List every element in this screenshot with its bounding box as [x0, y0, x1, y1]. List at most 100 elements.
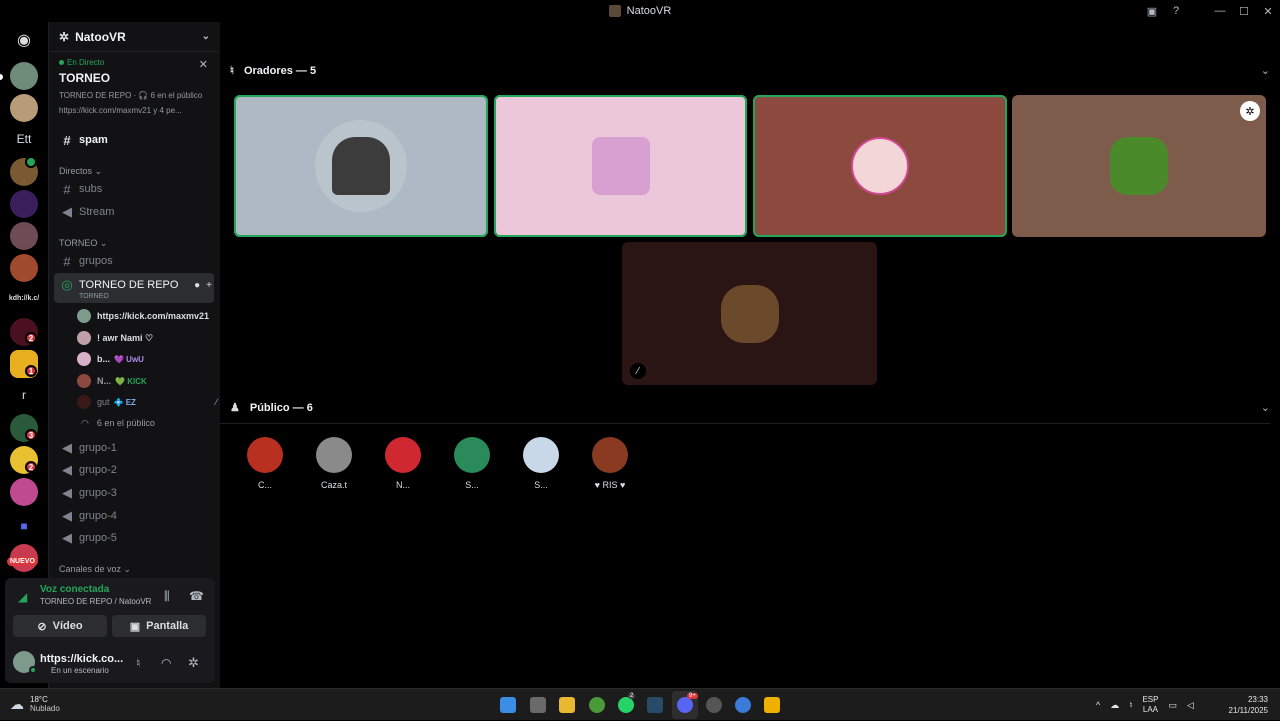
voice-location[interactable]: TORNEO DE REPO / NatooVR [40, 597, 151, 606]
close-icon[interactable]: ✕ [199, 58, 208, 71]
channel-grupo-3[interactable]: ◀ grupo-3 [54, 482, 214, 504]
speakers-header[interactable]: ♮ Oradores — 5 [230, 64, 316, 78]
server-icon[interactable] [10, 190, 38, 218]
channel-grupos[interactable]: # grupos [54, 250, 214, 272]
server-label[interactable]: kdh://k.c/ [0, 295, 48, 302]
audience-member[interactable]: C... [240, 437, 290, 490]
steam-icon[interactable] [647, 697, 663, 713]
help-icon[interactable]: ? [1164, 0, 1188, 22]
stage-user[interactable]: https://kick.com/maxmv21 [77, 306, 217, 326]
chevron-down-icon[interactable]: ⌄ [1261, 64, 1270, 77]
weather-widget[interactable]: ☁ 18°C Nublado [10, 695, 60, 713]
category-torneo[interactable]: TORNEO ⌄ [59, 238, 107, 249]
chevron-down-icon[interactable]: ⌄ [1261, 401, 1270, 414]
chat-icon[interactable]: ● [194, 280, 200, 291]
settings-gear-icon[interactable]: ✲ [188, 655, 199, 671]
signal-icon[interactable]: ◢ [18, 590, 27, 604]
start-icon[interactable] [500, 697, 516, 713]
category-directos[interactable]: Directos ⌄ [59, 166, 102, 177]
server-header[interactable]: ✲ NatooVR ⌄ [49, 22, 220, 52]
server-folder-label[interactable]: Ett [0, 132, 48, 146]
speaker-tile[interactable] [494, 95, 747, 237]
live-title: TORNEO [59, 71, 111, 85]
task-view-icon[interactable] [530, 697, 546, 713]
stage-audience-count[interactable]: ◠ 6 en el público [77, 413, 217, 433]
divider [220, 423, 1270, 424]
invite-icon[interactable]: + [206, 280, 212, 291]
channel-grupo-4[interactable]: ◀ grupo-4 [54, 505, 214, 527]
speaker-tile[interactable] [234, 95, 488, 237]
speaker-icon: ◀ [62, 462, 72, 477]
microphone-icon[interactable]: ♮ [136, 656, 140, 670]
channel-grupo-2[interactable]: ◀ grupo-2 [54, 459, 214, 481]
speaker-tile[interactable]: ✲ [1012, 95, 1266, 237]
whatsapp-icon[interactable] [618, 697, 634, 713]
server-icon[interactable] [10, 254, 38, 282]
audience-member[interactable]: Caza.t [309, 437, 359, 490]
channel-stream[interactable]: ◀ Stream [54, 201, 214, 223]
soundboard-icon[interactable]: ⫼ [164, 589, 170, 604]
server-icon[interactable] [10, 62, 38, 90]
stage-user[interactable]: ! awr Nami ♡ [77, 328, 217, 348]
channel-label: subs [79, 183, 103, 195]
live-event-card[interactable]: En Directo TORNEO TORNEO DE REPO · 🎧 6 e… [49, 52, 220, 119]
discord-home-icon[interactable]: ◉ [10, 26, 38, 54]
mic-muted-icon: ⁄ [215, 397, 217, 407]
avatar [454, 437, 490, 473]
audience-member[interactable]: ♥ RIS ♥ [585, 437, 635, 490]
server-icon[interactable] [10, 94, 38, 122]
channel-grupo-1[interactable]: ◀ grupo-1 [54, 437, 214, 459]
microphone-icon[interactable]: ♮ [1129, 700, 1132, 711]
category-voice[interactable]: Canales de voz ⌄ [59, 564, 131, 575]
volume-icon[interactable]: ◁ [1187, 700, 1194, 711]
network-icon[interactable]: ▭ [1168, 700, 1177, 711]
screen-label: Pantalla [146, 620, 189, 632]
stage-user[interactable]: b... 💜 UwU [77, 349, 217, 369]
audience-member[interactable]: S... [447, 437, 497, 490]
language-indicator[interactable]: ESP LAA [1142, 695, 1158, 715]
folder-icon[interactable]: ■ [10, 512, 38, 540]
obs-icon[interactable] [706, 697, 722, 713]
channel-subs[interactable]: # subs [54, 178, 214, 200]
discord-icon[interactable] [677, 697, 693, 713]
headphones-icon[interactable]: ◠ [161, 656, 171, 670]
user-name: gut [97, 397, 110, 407]
mention-badge: 3 [25, 429, 37, 441]
audience-member[interactable]: N... [378, 437, 428, 490]
stage-user[interactable]: N... 💚 KICK [77, 371, 217, 391]
window-title-text: NatooVR [626, 5, 672, 17]
onedrive-icon[interactable]: ☁ [1110, 700, 1119, 711]
avatar [851, 137, 909, 195]
avatar [247, 437, 283, 473]
chevron-up-icon[interactable]: ^ [1096, 700, 1100, 710]
audience-icon: ♟ [230, 402, 240, 414]
file-explorer-icon[interactable] [559, 697, 575, 713]
channel-spam[interactable]: # spam [54, 129, 214, 151]
rockstar-icon[interactable] [764, 697, 780, 713]
channel-grupo-5[interactable]: ◀ grupo-5 [54, 527, 214, 549]
audience-member[interactable]: S... [516, 437, 566, 490]
voice-status[interactable]: Voz conectada [40, 584, 109, 595]
server-icon[interactable] [10, 478, 38, 506]
inbox-icon[interactable]: ▣ [1140, 0, 1164, 22]
screen-share-button[interactable]: ▣ Pantalla [112, 615, 206, 637]
video-off-icon: ⊘ [37, 620, 47, 633]
mention-badge: 2 [25, 332, 37, 344]
video-button[interactable]: ⊘ Vídeo [13, 615, 107, 637]
clock[interactable]: 23:33 21/11/2025 [1229, 694, 1268, 716]
app-icon[interactable] [735, 697, 751, 713]
current-user-name[interactable]: https://kick.co... [40, 653, 123, 665]
minimize-button[interactable]: — [1208, 0, 1232, 22]
close-window-button[interactable]: ✕ [1256, 0, 1280, 22]
server-label[interactable]: r [0, 388, 48, 402]
server-icon[interactable] [10, 222, 38, 250]
maximize-button[interactable]: ☐ [1232, 0, 1256, 22]
member-name: Caza.t [320, 480, 347, 490]
audience-header[interactable]: ♟ Público — 6 [230, 401, 313, 415]
speaker-tile[interactable]: ⁄ [622, 242, 877, 385]
speaker-tile[interactable] [753, 95, 1007, 237]
disconnect-icon[interactable]: ☎ [189, 589, 204, 603]
stage-channel-torneo-de-repo[interactable]: ◎ TORNEO DE REPO ● + TORNEO [54, 273, 214, 303]
stage-user[interactable]: gut 💠 EZ ⁄ [77, 392, 217, 412]
chrome-icon[interactable] [589, 697, 605, 713]
